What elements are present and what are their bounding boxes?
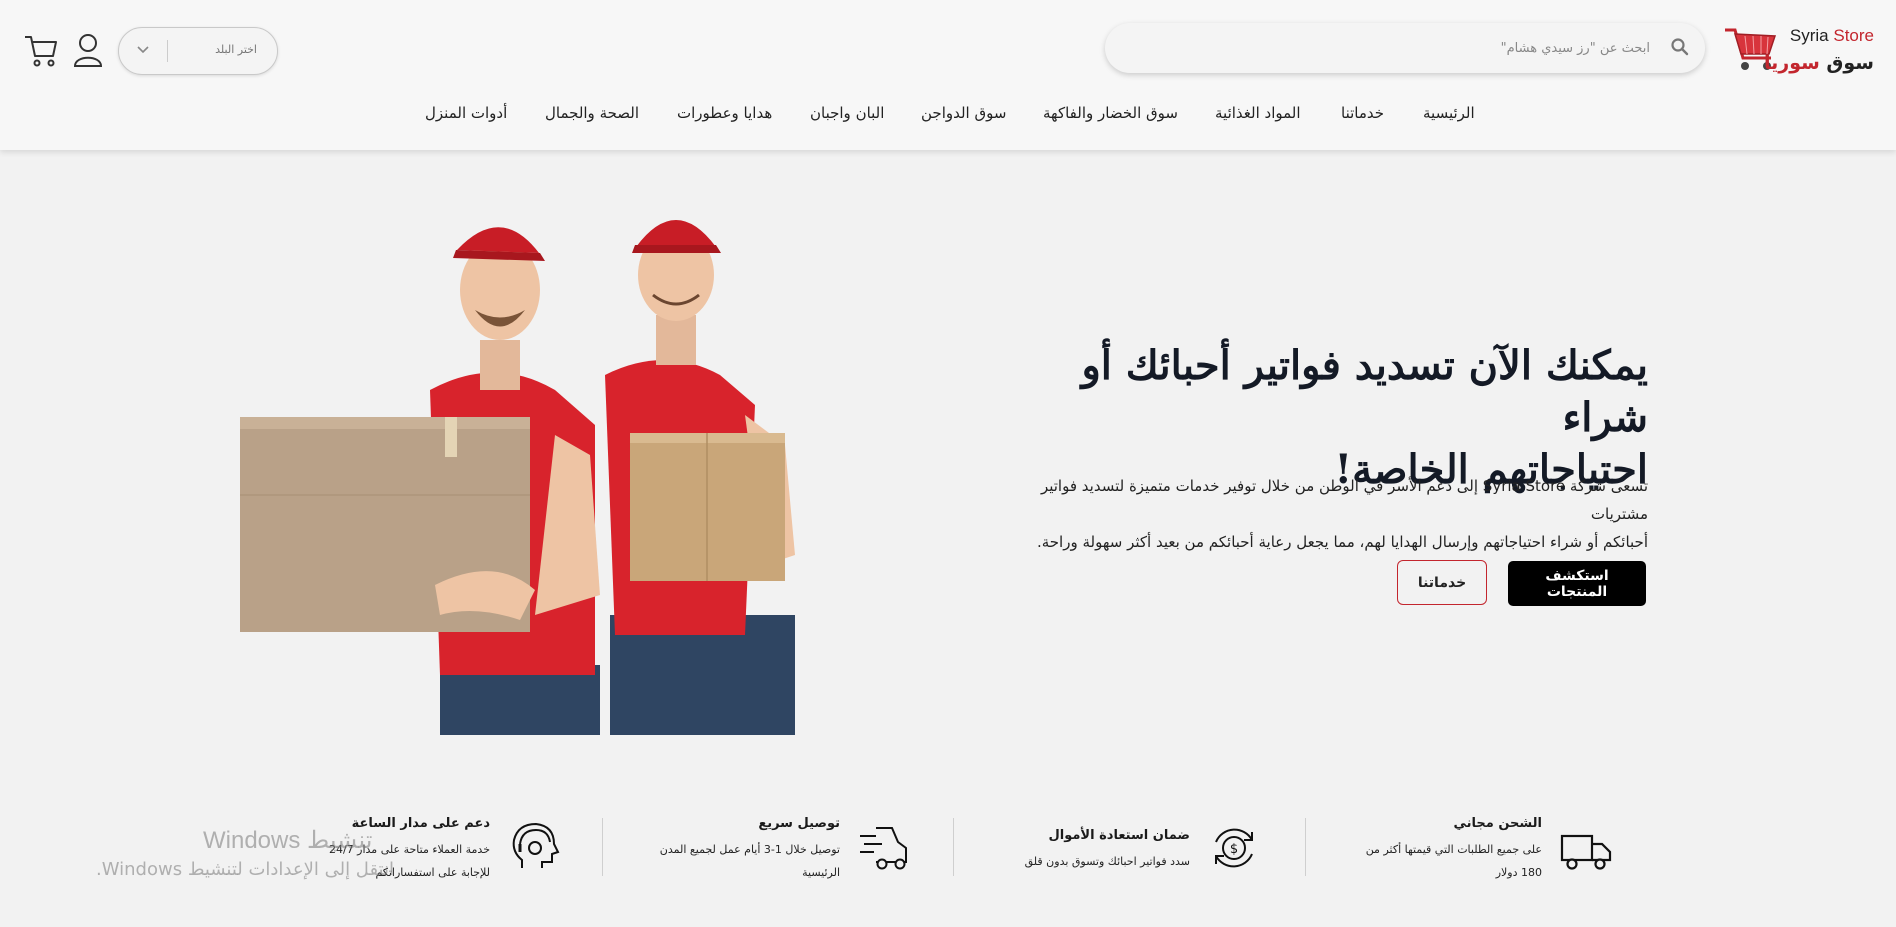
hero-description: تسعى شركة Syria Store إلى دعم الأسر في ا… [1010,472,1648,556]
divider [1305,818,1306,876]
main-nav: الرئيسية خدماتنا المواد الغذائية سوق الخ… [0,104,1896,128]
country-select-label: اختر البلد [215,43,257,56]
hero-desc-line1: تسعى شركة Syria Store إلى دعم الأسر في ا… [1040,477,1648,523]
nav-item-home-tools[interactable]: أدوات المنزل [425,104,507,122]
divider [953,818,954,876]
feature-fast-delivery: توصيل سريع توصيل خلال 1-3 أيام عمل لجميع… [640,808,910,879]
hero-title-line1: يمكنك الآن تسديد فواتير أحبائك أو شراء [1081,342,1648,441]
our-services-button[interactable]: خدماتنا [1397,560,1487,605]
feature-money-back: $ ضمان استعادة الأموال سدد فواتير احبائك… [1020,808,1260,878]
divider [167,40,168,62]
feature-desc: سدد فواتير احبائك وتسوق بدون قلق [1025,850,1190,873]
feature-desc-line: سدد فواتير احبائك وتسوق بدون قلق [1024,855,1190,868]
windows-activation-watermark-text: انتقل إلى الإعدادات لتنشيط Windows. [96,859,394,880]
hero-delivery-image [240,220,795,735]
explore-products-button[interactable]: استكشف المنتجات [1508,561,1646,606]
feature-desc: توصيل خلال 1-3 أيام عمل لجميع المدن الرئ… [660,838,840,884]
site-header: Syria Store سوق سوريا اختر البلد الرئيسي… [0,0,1896,150]
feature-title: توصيل سريع [758,816,840,831]
search-input[interactable] [1105,23,1705,73]
money-back-icon: $ [1215,828,1253,868]
feature-desc-line: على جميع الطلبات التي قيمتها أكثر من [1365,843,1542,856]
svg-text:$: $ [1230,842,1238,857]
nav-item-vegetables[interactable]: سوق الخضار والفاكهة [1043,104,1178,122]
brand-name-ar: سوق سوريا [1763,52,1874,74]
feature-desc-line: الرئيسية [802,866,840,879]
nav-item-home[interactable]: الرئيسية [1423,104,1475,122]
feature-free-shipping: الشحن مجاني على جميع الطلبات التي قيمتها… [1360,808,1612,879]
feature-desc-line: توصيل خلال 1-3 أيام عمل لجميع المدن [659,843,840,856]
nav-item-food[interactable]: المواد الغذائية [1215,104,1301,122]
feature-title: الشحن مجاني [1453,816,1543,831]
delivery-truck-icon [1560,834,1612,870]
nav-item-health-beauty[interactable]: الصحة والجمال [545,104,639,122]
search-bar [1105,23,1705,73]
nav-item-services[interactable]: خدماتنا [1341,104,1384,122]
nav-item-gifts[interactable]: هدايا وعطورات [677,104,772,122]
fast-delivery-icon [860,827,907,870]
user-icon[interactable] [73,33,103,67]
feature-title: ضمان استعادة الأموال [1048,828,1191,843]
search-icon[interactable] [1671,38,1689,56]
feature-desc: على جميع الطلبات التي قيمتها أكثر من 180… [1366,838,1542,884]
nav-item-poultry[interactable]: سوق الدواجن [921,104,1006,122]
cart-icon[interactable] [24,34,58,68]
nav-item-dairy[interactable]: البان واجبان [810,104,884,122]
brand-logo[interactable]: Syria Store سوق سوريا [1721,22,1876,80]
hero-desc-line2: أحبائكم أو شراء احتياجاتهم وإرسال الهداي… [1036,533,1648,551]
support-headset-icon [512,822,560,868]
divider [602,818,603,876]
windows-activation-watermark-title: Windows تنشيط [203,827,373,854]
feature-desc-line: 180 دولار [1495,866,1542,879]
chevron-down-icon [137,46,149,54]
country-select[interactable]: اختر البلد [118,27,278,75]
brand-name-en: Syria Store [1789,26,1874,45]
